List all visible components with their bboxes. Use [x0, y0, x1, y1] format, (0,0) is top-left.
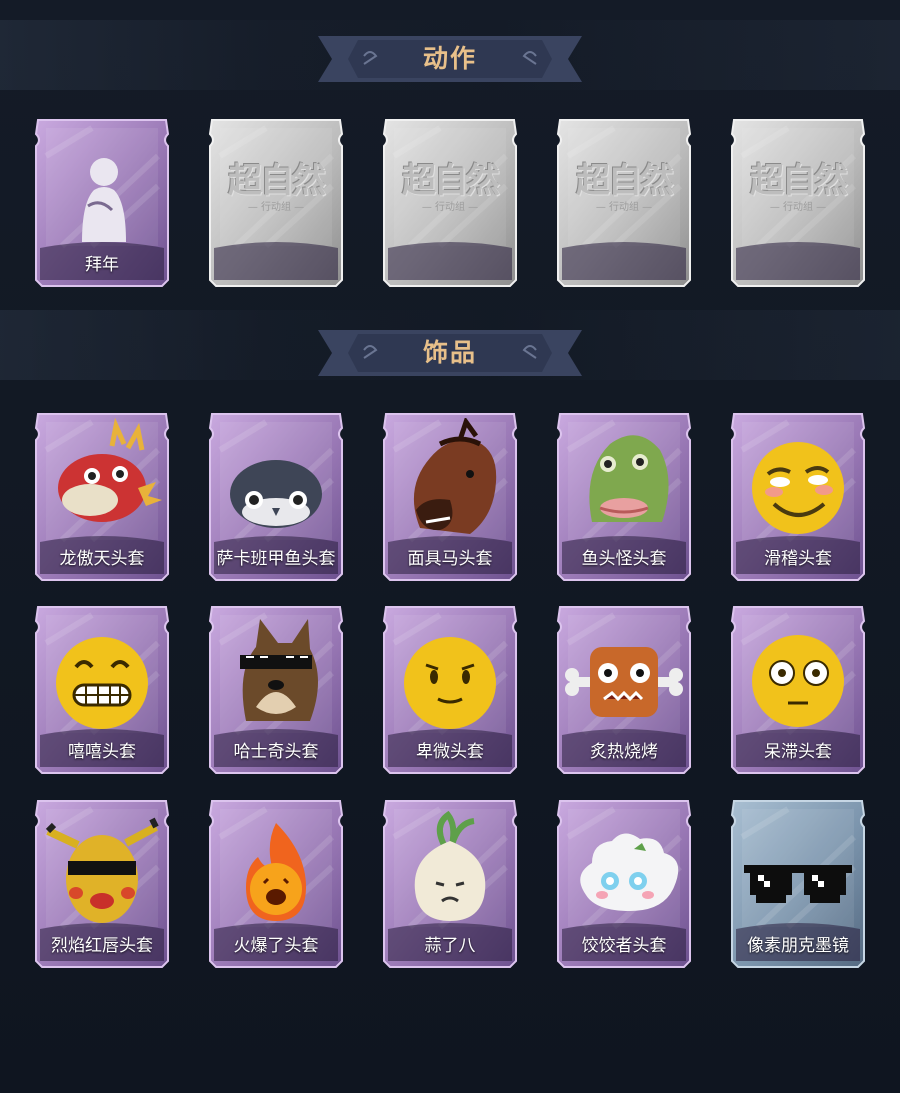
horse-mask-icon: [390, 416, 510, 543]
bow-greeting-pose-icon: [42, 124, 162, 249]
action-card[interactable]: 拜年: [32, 116, 172, 288]
accessories-section-title: 饰品: [422, 338, 477, 367]
placeholder-title: 超自然: [750, 161, 848, 201]
card-label: 拜年: [85, 255, 119, 275]
accessory-card[interactable]: 鱼头怪头套: [554, 410, 694, 582]
accessory-card[interactable]: 火爆了头套: [206, 797, 346, 969]
accessory-card[interactable]: 萨卡班甲鱼头套: [206, 410, 346, 582]
locked-placeholder-logo: 超自然 — 行动组 —: [390, 161, 510, 231]
accessory-card[interactable]: 滑稽头套: [728, 410, 868, 582]
actions-section-header: 动作: [318, 36, 582, 82]
action-card-locked[interactable]: 超自然 — 行动组 —: [728, 116, 868, 288]
funny-face-icon: [738, 418, 858, 543]
card-label: 鱼头怪头套: [581, 549, 667, 569]
card-label: 嘻嘻头套: [68, 742, 136, 762]
accessory-card[interactable]: 蒜了八: [380, 797, 520, 969]
yellow-mask-sunglasses-icon: [42, 805, 162, 930]
meat-bone-icon: [564, 611, 684, 736]
card-label: 炙热烧烤: [590, 742, 658, 762]
card-label: 呆滞头套: [764, 742, 832, 762]
card-label: 龙傲天头套: [59, 549, 145, 569]
locked-placeholder-logo: 超自然 — 行动组 —: [738, 161, 858, 231]
dragon-head-icon: [42, 417, 162, 543]
accessory-card[interactable]: 像素朋克墨镜: [728, 797, 868, 969]
card-label: 哈士奇头套: [233, 742, 319, 762]
fish-monster-head-icon: [564, 418, 684, 543]
accessory-card[interactable]: 嘻嘻头套: [32, 603, 172, 775]
accessories-section-header: 饰品: [318, 330, 582, 376]
dumpling-icon: [564, 805, 684, 930]
placeholder-title: 超自然: [402, 161, 500, 201]
placeholder-subtitle: — 行动组 —: [769, 202, 827, 213]
card-label: 像素朋克墨镜: [747, 936, 849, 956]
locked-placeholder-logo: 超自然 — 行动组 —: [564, 161, 684, 231]
accessory-card[interactable]: 呆滞头套: [728, 603, 868, 775]
dazed-face-icon: [738, 611, 858, 736]
card-label: 萨卡班甲鱼头套: [216, 549, 336, 569]
humble-face-icon: [390, 611, 510, 736]
action-card-locked[interactable]: 超自然 — 行动组 —: [206, 116, 346, 288]
accessory-card[interactable]: 炙热烧烤: [554, 603, 694, 775]
card-label: 面具马头套: [407, 549, 493, 569]
card-label: 烈焰红唇头套: [51, 936, 153, 956]
accessory-card[interactable]: 卑微头套: [380, 603, 520, 775]
placeholder-subtitle: — 行动组 —: [247, 202, 305, 213]
husky-head-icon: [216, 611, 336, 736]
action-card-locked[interactable]: 超自然 — 行动组 —: [554, 116, 694, 288]
card-label: 火爆了头套: [233, 936, 319, 956]
placeholder-subtitle: — 行动组 —: [421, 202, 479, 213]
pixel-sunglasses-icon: [738, 805, 858, 930]
accessory-card[interactable]: 饺饺者头套: [554, 797, 694, 969]
actions-section-title: 动作: [422, 44, 477, 73]
placeholder-title: 超自然: [576, 161, 674, 201]
action-card-locked[interactable]: 超自然 — 行动组 —: [380, 116, 520, 288]
garlic-icon: [390, 805, 510, 930]
accessory-card[interactable]: 烈焰红唇头套: [32, 797, 172, 969]
locked-placeholder-logo: 超自然 — 行动组 —: [216, 161, 336, 231]
accessory-card[interactable]: 面具马头套: [380, 410, 520, 582]
placeholder-subtitle: — 行动组 —: [595, 202, 653, 213]
accessory-card[interactable]: 哈士奇头套: [206, 603, 346, 775]
card-label: 蒜了八: [424, 936, 476, 956]
card-label: 卑微头套: [416, 742, 484, 762]
fish-head-icon: [216, 418, 336, 543]
accessory-card[interactable]: 龙傲天头套: [32, 410, 172, 582]
placeholder-title: 超自然: [228, 161, 326, 201]
card-label: 滑稽头套: [764, 549, 832, 569]
fireball-icon: [216, 805, 336, 930]
card-label: 饺饺者头套: [581, 936, 667, 956]
grin-face-icon: [42, 611, 162, 736]
